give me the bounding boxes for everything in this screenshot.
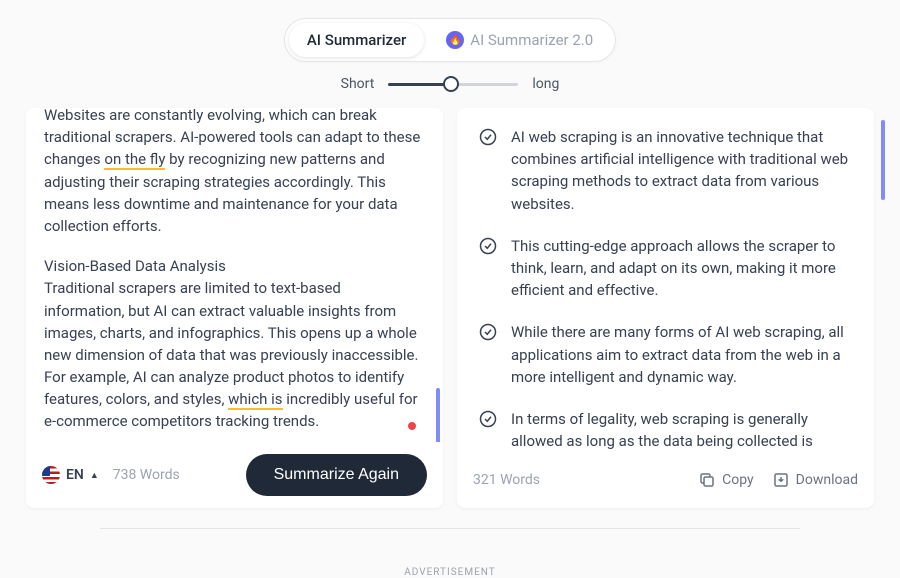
top-controls: AI Summarizer 🔥 AI Summarizer 2.0 Short …	[0, 0, 900, 92]
input-text: Websites are constantly evolving, which …	[26, 108, 443, 433]
download-icon	[772, 471, 790, 489]
divider	[100, 528, 800, 529]
length-slider-row: Short long	[341, 76, 560, 92]
length-slider[interactable]	[388, 83, 518, 86]
caret-up-icon: ▲	[90, 470, 99, 481]
action-label: Download	[796, 472, 858, 488]
output-word-count: 321 Words	[473, 472, 540, 488]
check-circle-icon	[479, 323, 497, 341]
fire-icon: 🔥	[446, 31, 464, 49]
summarize-again-button[interactable]: Summarize Again	[246, 454, 427, 496]
copy-icon	[698, 471, 716, 489]
input-footer: EN ▲ 738 Words Summarize Again	[26, 442, 443, 508]
check-circle-icon	[479, 128, 497, 146]
input-panel: Websites are constantly evolving, which …	[26, 108, 443, 508]
mode-tabs: AI Summarizer 🔥 AI Summarizer 2.0	[284, 18, 616, 62]
grammar-underline[interactable]: on the fly	[104, 150, 165, 170]
check-circle-icon	[479, 237, 497, 255]
tab-summarizer-2[interactable]: 🔥 AI Summarizer 2.0	[428, 23, 611, 57]
language-code: EN	[66, 467, 84, 483]
summary-content[interactable]: AI web scraping is an innovative techniq…	[457, 108, 874, 452]
slider-long-label: long	[532, 76, 559, 92]
slider-thumb[interactable]	[443, 76, 459, 92]
summary-text: AI web scraping is an innovative techniq…	[511, 126, 852, 215]
slider-short-label: Short	[341, 76, 375, 92]
summary-item: This cutting-edge approach allows the sc…	[479, 235, 852, 302]
summary-item: In terms of legality, web scraping is ge…	[479, 408, 852, 452]
tab-summarizer[interactable]: AI Summarizer	[289, 23, 424, 57]
summary-text: While there are many forms of AI web scr…	[511, 321, 852, 388]
input-word-count: 738 Words	[113, 467, 180, 483]
summary-footer: 321 Words Copy Download	[457, 452, 874, 508]
input-text-fragment: Traditional scrapers are limited to text…	[44, 279, 418, 408]
scrollbar-thumb[interactable]	[881, 120, 885, 200]
recording-indicator-icon	[408, 422, 416, 430]
slider-fill	[388, 83, 450, 86]
tab-label: AI Summarizer	[307, 31, 406, 49]
summary-text: This cutting-edge approach allows the sc…	[511, 235, 852, 302]
check-circle-icon	[479, 410, 497, 428]
summary-item: While there are many forms of AI web scr…	[479, 321, 852, 388]
action-label: Copy	[722, 472, 754, 488]
language-selector[interactable]: EN ▲	[42, 466, 99, 484]
button-label: Summarize Again	[274, 466, 399, 483]
input-content[interactable]: Websites are constantly evolving, which …	[26, 108, 443, 442]
summary-item: AI web scraping is an innovative techniq…	[479, 126, 852, 215]
tab-label: AI Summarizer 2.0	[470, 31, 593, 49]
summary-panel: AI web scraping is an innovative techniq…	[457, 108, 874, 508]
copy-button[interactable]: Copy	[698, 471, 754, 489]
scrollbar-thumb[interactable]	[436, 388, 440, 442]
summary-text: In terms of legality, web scraping is ge…	[511, 408, 852, 452]
advertisement-label: ADVERTISEMENT	[0, 567, 900, 578]
summary-list: AI web scraping is an innovative techniq…	[457, 108, 874, 452]
download-button[interactable]: Download	[772, 471, 858, 489]
flag-us-icon	[42, 466, 60, 484]
summary-actions: Copy Download	[698, 471, 858, 489]
panels: Websites are constantly evolving, which …	[0, 92, 900, 508]
grammar-underline[interactable]: which is	[228, 390, 282, 410]
input-subhead: Vision-Based Data Analysis	[44, 255, 425, 277]
